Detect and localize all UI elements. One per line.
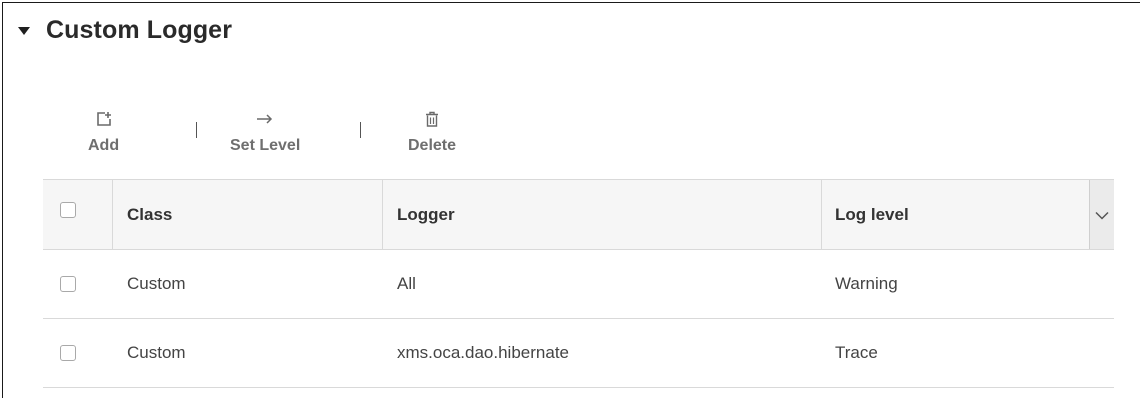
set-level-label: Set Level	[230, 137, 301, 154]
add-icon	[96, 108, 112, 130]
cell-class: Custom	[127, 343, 186, 362]
row-checkbox[interactable]	[60, 345, 76, 361]
set-level-button[interactable]: Set Level	[230, 108, 300, 155]
row-select-cell	[43, 250, 113, 318]
cell-log-level: Warning	[835, 274, 898, 293]
caret-down-icon	[18, 26, 30, 35]
section-title: Custom Logger	[46, 15, 233, 44]
cell-log-level: Trace	[835, 343, 878, 362]
arrow-right-icon	[256, 108, 274, 130]
trash-icon	[425, 108, 439, 130]
select-all-checkbox[interactable]	[60, 202, 76, 218]
column-header-logger[interactable]: Logger	[383, 180, 822, 249]
table-row[interactable]: Custom All Warning	[43, 250, 1114, 319]
cell-logger: xms.oca.dao.hibernate	[397, 343, 569, 362]
toolbar-separator	[360, 122, 361, 138]
row-select-cell	[43, 319, 113, 387]
toolbar-separator	[196, 122, 197, 138]
column-header-class[interactable]: Class	[113, 180, 383, 249]
column-menu-button[interactable]	[1089, 180, 1114, 249]
cell-class: Custom	[127, 274, 186, 293]
table-row[interactable]: Custom xms.oca.dao.hibernate Trace	[43, 319, 1114, 388]
row-checkbox[interactable]	[60, 276, 76, 292]
header-select-cell	[43, 180, 113, 249]
delete-label: Delete	[408, 137, 457, 154]
chevron-down-icon	[1095, 205, 1109, 225]
logger-toolbar: Add Set Level Delete	[88, 108, 508, 164]
cell-logger: All	[397, 274, 416, 293]
custom-logger-section-toggle[interactable]: Custom Logger	[18, 12, 232, 48]
add-label: Add	[88, 137, 120, 154]
table-header-row: Class Logger Log level	[43, 179, 1114, 250]
logger-table: Class Logger Log level Custom All Warnin…	[43, 179, 1114, 388]
add-button[interactable]: Add	[88, 108, 119, 155]
column-header-log-level[interactable]: Log level	[822, 180, 1089, 249]
delete-button[interactable]: Delete	[408, 108, 456, 155]
